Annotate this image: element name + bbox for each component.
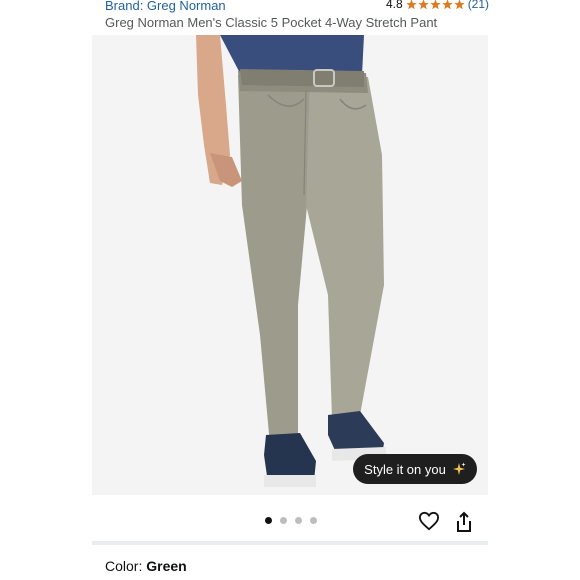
product-title: Greg Norman Men's Classic 5 Pocket 4-Way… [105, 15, 438, 30]
color-value: Green [146, 558, 187, 574]
pants-model-illustration [92, 35, 488, 495]
star-icon [406, 0, 417, 9]
star-icon [418, 0, 429, 9]
carousel-dot-3[interactable] [295, 517, 302, 524]
sparkle-icon [452, 462, 466, 475]
star-icon [430, 0, 441, 9]
image-carousel-dots[interactable] [265, 517, 317, 524]
share-icon[interactable] [454, 511, 474, 533]
rating-summary[interactable]: 4.8 (21) [386, 0, 489, 11]
carousel-dot-2[interactable] [280, 517, 287, 524]
color-selection: Color: Green [105, 558, 187, 574]
product-image[interactable] [92, 35, 488, 495]
heart-icon[interactable] [418, 511, 440, 531]
carousel-dot-4[interactable] [310, 517, 317, 524]
style-it-on-you-button[interactable]: Style it on you [353, 454, 477, 484]
color-label: Color: [105, 558, 147, 574]
carousel-dot-1[interactable] [265, 517, 272, 524]
star-icon [454, 0, 465, 9]
rating-stars [406, 0, 465, 10]
style-button-label: Style it on you [364, 461, 446, 477]
star-icon [442, 0, 453, 9]
rating-value: 4.8 [386, 0, 403, 11]
section-divider [92, 541, 488, 545]
rating-count-link[interactable]: (21) [468, 0, 489, 11]
brand-link[interactable]: Brand: Greg Norman [105, 0, 226, 13]
